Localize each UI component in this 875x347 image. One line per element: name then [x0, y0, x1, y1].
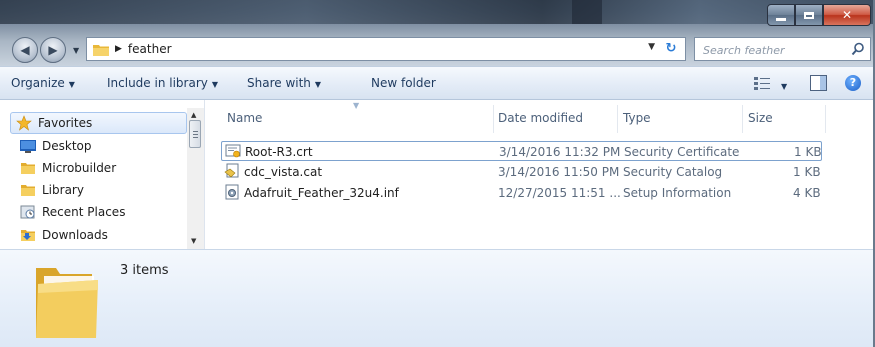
column-header-name[interactable]: Name	[227, 111, 262, 125]
folder-icon	[21, 185, 35, 196]
nav-item-library[interactable]: Library	[20, 180, 84, 200]
arrow-left-icon: ◀	[20, 43, 30, 57]
certificate-icon	[225, 144, 241, 158]
change-view-icon[interactable]	[754, 76, 770, 90]
chevron-down-icon: ▼	[73, 46, 80, 55]
breadcrumb-folder[interactable]: feather	[128, 42, 172, 56]
recent-places-icon	[20, 205, 35, 219]
scroll-up-icon[interactable]: ▲	[191, 111, 196, 119]
chevron-down-icon: ▼	[314, 80, 322, 89]
glass-shadow	[572, 0, 602, 24]
file-type: Security Catalog	[623, 165, 723, 179]
file-row[interactable]: Root-R3.crt 3/14/2016 11:32 PM Security …	[221, 141, 822, 161]
file-type: Security Certificate	[624, 145, 740, 159]
nav-item-recent-places[interactable]: Recent Places	[20, 202, 125, 222]
sort-indicator-icon: ▼	[353, 101, 360, 110]
recent-pages-dropdown[interactable]: ▼	[73, 46, 79, 55]
chevron-down-icon: ▼	[781, 82, 788, 91]
grip-line	[193, 131, 198, 132]
file-size: 4 KB	[793, 186, 821, 200]
search-icon[interactable]	[851, 42, 865, 56]
column-divider[interactable]	[493, 105, 494, 133]
organize-label: Organize	[11, 76, 65, 90]
items-count: 3 items	[120, 263, 169, 278]
search-box[interactable]	[694, 37, 871, 61]
minimize-icon	[776, 17, 786, 21]
arrow-right-icon: ▶	[48, 43, 58, 57]
file-size: 1 KB	[794, 145, 822, 159]
chevron-down-icon: ▼	[68, 80, 75, 89]
nav-label-microbuilder: Microbuilder	[42, 161, 117, 175]
file-name: cdc_vista.cat	[244, 165, 323, 179]
file-list: ▼ Name Date modified Type Size Root-R3.c…	[205, 100, 873, 249]
column-header-type[interactable]: Type	[623, 111, 651, 125]
share-with-label: Share with	[247, 76, 311, 90]
setup-info-icon	[225, 184, 239, 200]
column-divider[interactable]	[825, 105, 826, 133]
forward-button[interactable]: ▶	[40, 37, 66, 63]
desktop-icon	[20, 140, 36, 153]
folder-icon	[21, 163, 35, 174]
minimize-button[interactable]	[767, 4, 795, 26]
breadcrumb-separator-icon[interactable]: ▶	[115, 44, 122, 54]
file-row[interactable]: cdc_vista.cat 3/14/2016 11:50 PM Securit…	[221, 162, 822, 182]
file-name: Adafruit_Feather_32u4.inf	[244, 186, 399, 200]
new-folder-button[interactable]: New folder	[371, 76, 436, 90]
view-options-dropdown[interactable]: ▼	[777, 78, 787, 92]
close-button[interactable]: ✕	[823, 4, 871, 26]
grip-line	[193, 137, 198, 138]
column-header-size[interactable]: Size	[748, 111, 773, 125]
back-button[interactable]: ◀	[12, 37, 38, 63]
scrollbar-thumb[interactable]	[189, 120, 201, 148]
file-row[interactable]: Adafruit_Feather_32u4.inf 12/27/2015 11:…	[221, 183, 822, 203]
glass-background	[0, 0, 873, 24]
close-icon: ✕	[841, 8, 853, 22]
refresh-icon[interactable]: ↻	[660, 40, 682, 58]
downloads-icon	[21, 230, 35, 241]
star-icon	[16, 115, 32, 131]
column-header-date[interactable]: Date modified	[498, 111, 583, 125]
catalog-icon	[224, 163, 239, 178]
nav-label-recent-places: Recent Places	[42, 205, 126, 219]
new-folder-label: New folder	[371, 76, 436, 90]
include-in-library-label: Include in library	[107, 76, 208, 90]
nav-item-favorites[interactable]: Favorites	[16, 113, 92, 133]
file-date: 3/14/2016 11:32 PM	[499, 145, 621, 159]
include-in-library-menu[interactable]: Include in library ▼	[107, 76, 218, 90]
chevron-down-icon: ▼	[211, 80, 219, 89]
address-history-dropdown[interactable]: ▼	[648, 42, 655, 52]
nav-label-library: Library	[42, 183, 84, 197]
nav-label-favorites: Favorites	[38, 116, 93, 130]
column-divider[interactable]	[742, 105, 743, 133]
grip-line	[193, 134, 198, 135]
file-date: 12/27/2015 11:51 ...	[498, 186, 621, 200]
organize-menu[interactable]: Organize ▼	[11, 76, 75, 90]
nav-label-downloads: Downloads	[42, 228, 108, 242]
nav-item-downloads[interactable]: Downloads	[20, 225, 108, 245]
nav-label-desktop: Desktop	[42, 139, 92, 153]
file-size: 1 KB	[793, 165, 821, 179]
explorer-window: ✕ ◀ ▶ ▼ ▶ feather ▼ ↻ Organize▼ Include …	[0, 0, 875, 347]
help-icon[interactable]: ?	[845, 75, 861, 91]
file-type: Setup Information	[623, 186, 732, 200]
file-date: 3/14/2016 11:50 PM	[498, 165, 620, 179]
share-with-menu[interactable]: Share with ▼	[247, 76, 321, 90]
address-bar[interactable]: ▶ feather ▼ ↻	[86, 37, 686, 61]
maximize-button[interactable]	[795, 4, 823, 26]
search-input[interactable]	[701, 39, 845, 61]
folder-icon	[93, 44, 109, 56]
preview-pane-icon[interactable]	[810, 75, 827, 91]
nav-item-microbuilder[interactable]: Microbuilder	[20, 158, 116, 178]
window-controls: ✕	[767, 4, 871, 26]
title-bar: ✕ ◀ ▶ ▼ ▶ feather ▼ ↻	[0, 0, 873, 66]
command-bar: Organize ▼ Include in library ▼ Share with…	[0, 66, 873, 100]
column-divider[interactable]	[617, 105, 618, 133]
maximize-icon	[804, 11, 814, 19]
folder-icon	[36, 268, 98, 338]
scroll-down-icon[interactable]: ▼	[191, 237, 196, 245]
details-pane: 3 items	[0, 249, 873, 347]
file-name: Root-R3.crt	[245, 145, 313, 159]
nav-item-desktop[interactable]: Desktop	[20, 136, 92, 156]
nav-scrollbar[interactable]: ▲ ▼	[187, 108, 204, 249]
